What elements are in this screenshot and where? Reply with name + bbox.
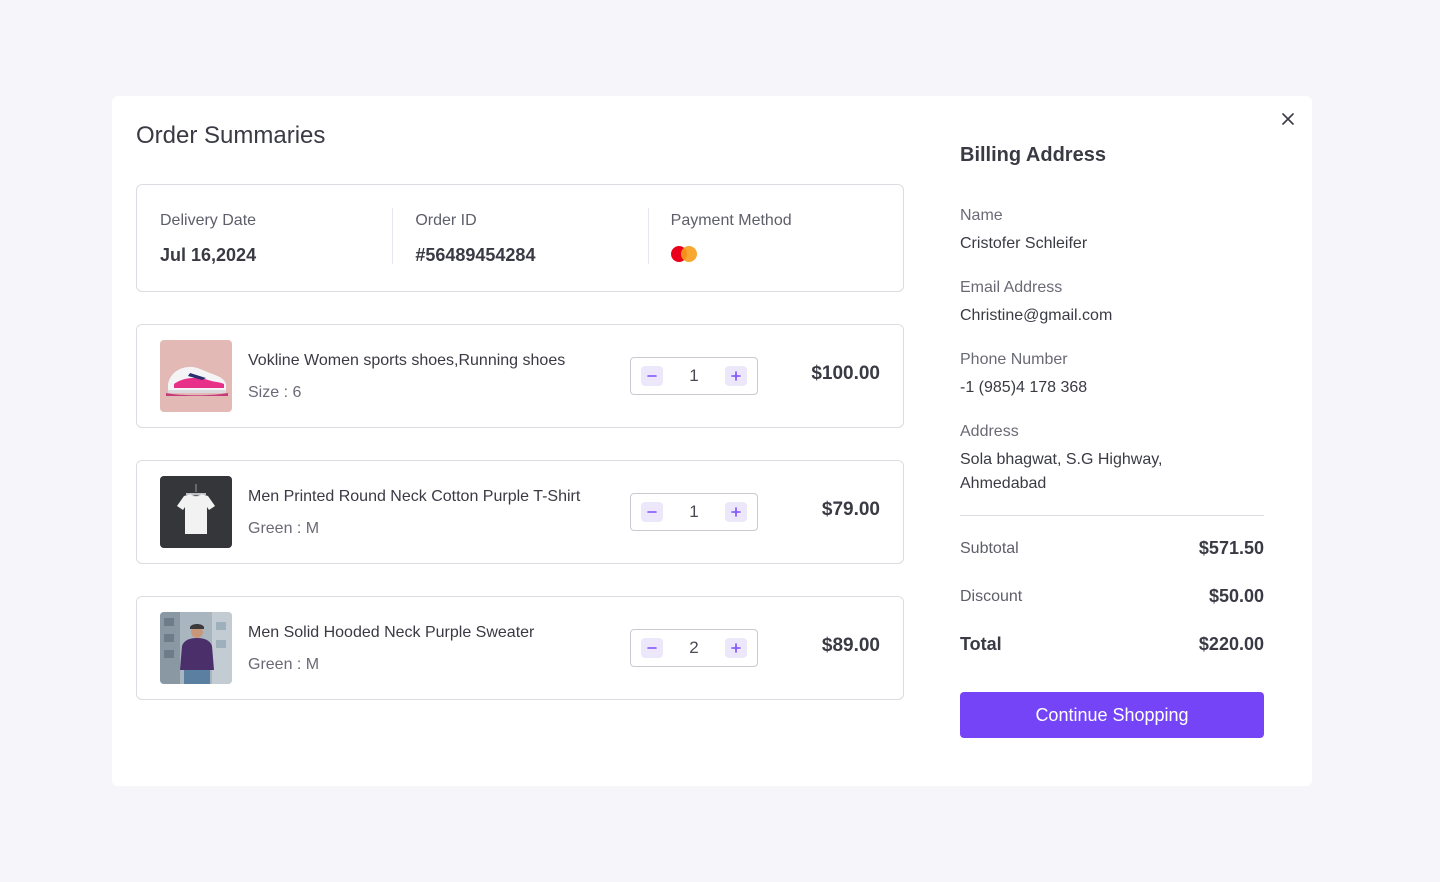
sneaker-photo: [160, 340, 232, 412]
cart-item: Vokline Women sports shoes,Running shoes…: [136, 324, 904, 428]
decrease-quantity-button[interactable]: [641, 366, 663, 386]
plus-icon: [731, 643, 741, 653]
cart-item: Men Solid Hooded Neck Purple Sweater Gre…: [136, 596, 904, 700]
decrease-quantity-button[interactable]: [641, 502, 663, 522]
item-name: Men Solid Hooded Neck Purple Sweater: [248, 624, 535, 641]
delivery-date-label: Delivery Date: [160, 212, 257, 229]
discount-row: Discount $50.00: [960, 586, 1264, 607]
mastercard-icon: [670, 245, 699, 263]
tshirt-photo: [160, 476, 232, 548]
phone-value: -1 (985)4 178 368: [960, 379, 1088, 396]
discount-value: $50.00: [1208, 586, 1264, 606]
close-button[interactable]: [1279, 110, 1297, 128]
payment-method-block: Payment Method: [647, 185, 903, 291]
quantity-stepper: 2: [630, 629, 758, 667]
address-value: Sola bhagwat, S.G Highway, Ahmedabad: [960, 451, 1163, 492]
page-title: Order Summaries: [136, 122, 326, 149]
plus-icon: [731, 371, 741, 381]
increase-quantity-button[interactable]: [725, 502, 747, 522]
mastercard-orange-circle: [680, 246, 697, 262]
discount-label: Discount: [960, 587, 1023, 605]
billing-email-field: Email Address Christine@gmail.com: [960, 276, 1264, 328]
subtotal-value: $571.50: [1198, 538, 1264, 558]
name-label: Name: [960, 207, 1003, 224]
order-id-label: Order ID: [415, 212, 477, 229]
quantity-stepper: 1: [630, 357, 758, 395]
name-value: Cristofer Schleifer: [960, 235, 1088, 252]
cart-item: Men Printed Round Neck Cotton Purple T-S…: [136, 460, 904, 564]
plus-icon: [731, 507, 741, 517]
delivery-date-value: Jul 16,2024: [160, 245, 257, 265]
continue-shopping-button[interactable]: Continue Shopping: [960, 692, 1264, 738]
quantity-stepper: 1: [630, 493, 758, 531]
hoodie-photo: [160, 612, 232, 684]
item-variant: Green : M: [248, 656, 320, 673]
billing-title: Billing Address: [960, 144, 1106, 166]
order-summary-modal: Order Summaries Delivery Date Jul 16,202…: [112, 96, 1312, 786]
increase-quantity-button[interactable]: [725, 638, 747, 658]
payment-method-label: Payment Method: [670, 212, 792, 229]
billing-phone-field: Phone Number -1 (985)4 178 368: [960, 348, 1264, 400]
close-icon: [1282, 113, 1294, 125]
total-value: $220.00: [1198, 634, 1264, 654]
email-value: Christine@gmail.com: [960, 307, 1113, 324]
minus-icon: [647, 647, 657, 649]
item-name: Vokline Women sports shoes,Running shoes: [248, 352, 566, 369]
item-name: Men Printed Round Neck Cotton Purple T-S…: [248, 488, 581, 505]
address-label: Address: [960, 423, 1019, 440]
total-label: Total: [960, 634, 1002, 654]
email-label: Email Address: [960, 279, 1063, 296]
item-price: $89.00: [821, 635, 880, 656]
billing-address-field: Address Sola bhagwat, S.G Highway, Ahmed…: [960, 420, 1200, 496]
order-id-value: #56489454284: [415, 245, 536, 265]
subtotal-row: Subtotal $571.50: [960, 538, 1264, 559]
order-id-block: Order ID #56489454284: [392, 185, 647, 291]
total-row: Total $220.00: [960, 634, 1264, 655]
quantity-value[interactable]: 1: [674, 366, 714, 386]
item-price: $79.00: [821, 499, 880, 520]
billing-name-field: Name Cristofer Schleifer: [960, 204, 1264, 256]
item-variant: Size : 6: [248, 384, 302, 401]
order-info-card: Delivery Date Jul 16,2024 Order ID #5648…: [136, 184, 904, 292]
phone-label: Phone Number: [960, 351, 1068, 368]
minus-icon: [647, 375, 657, 377]
summary-divider: [960, 515, 1264, 516]
decrease-quantity-button[interactable]: [641, 638, 663, 658]
minus-icon: [647, 511, 657, 513]
increase-quantity-button[interactable]: [725, 366, 747, 386]
delivery-date-block: Delivery Date Jul 16,2024: [137, 185, 392, 291]
subtotal-label: Subtotal: [960, 539, 1019, 557]
item-price: $100.00: [811, 363, 880, 384]
quantity-value[interactable]: 2: [674, 638, 714, 658]
quantity-value[interactable]: 1: [674, 502, 714, 522]
item-variant: Green : M: [248, 520, 320, 537]
